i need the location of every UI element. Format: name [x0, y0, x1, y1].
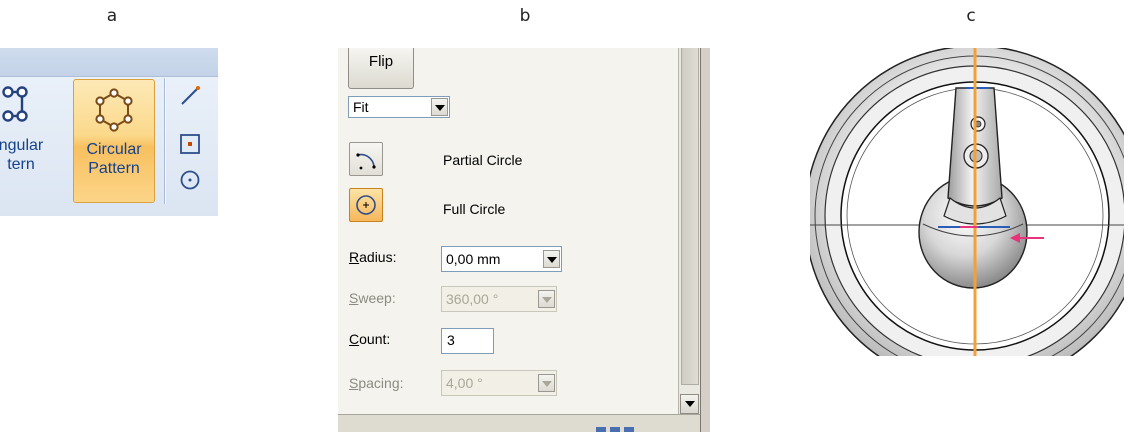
scrollbar-thumb[interactable]: [681, 48, 699, 385]
3d-viewport[interactable]: [810, 48, 1124, 356]
partial-circle-label: Partial Circle: [443, 152, 523, 168]
sweep-value: 360,00 °: [446, 291, 499, 307]
angular-pattern-icon: [2, 86, 28, 122]
sweep-label: Sweep:: [349, 290, 396, 306]
radius-input[interactable]: 0,00 mm: [441, 246, 562, 272]
chevron-down-icon: [538, 374, 555, 392]
radius-value: 0,00 mm: [446, 251, 501, 267]
partial-circle-icon: [356, 153, 376, 170]
chevron-down-icon: [538, 290, 555, 308]
fit-select-value: Fit: [353, 99, 369, 115]
line-icon[interactable]: [178, 84, 202, 108]
full-circle-icon: [356, 195, 376, 215]
spacing-value: 4,00 °: [446, 375, 483, 391]
count-input[interactable]: 3: [441, 328, 494, 354]
angular-pattern-button[interactable]: ngular tern: [0, 82, 64, 174]
model-view: [810, 48, 1124, 356]
scroll-down-button[interactable]: [680, 394, 699, 414]
point-icon[interactable]: [178, 132, 202, 156]
panel-label-a: a: [106, 6, 118, 26]
circular-pattern-icon: [95, 88, 133, 132]
count-value: 3: [447, 332, 455, 348]
chevron-down-icon[interactable]: [543, 250, 560, 268]
circular-pattern-dialog: Flip Fit Partial Circle Full Circle Radi…: [338, 48, 710, 432]
vertical-scrollbar[interactable]: [678, 48, 701, 414]
full-circle-toggle[interactable]: [349, 188, 383, 222]
flip-button[interactable]: Flip: [348, 48, 414, 89]
chevron-down-icon: [431, 98, 448, 116]
spacing-label: Spacing:: [349, 375, 404, 391]
circular-pattern-button[interactable]: Circular Pattern: [73, 79, 155, 203]
panel-label-b: b: [519, 6, 531, 26]
angular-pattern-label: ngular tern: [0, 137, 44, 173]
count-label: Count:: [349, 331, 391, 347]
ribbon-panel: ngular tern Circular Pattern: [0, 48, 218, 216]
partial-circle-toggle[interactable]: [349, 142, 383, 176]
ribbon-separator: [164, 78, 165, 204]
spacing-input: 4,00 °: [441, 370, 557, 396]
circle-icon[interactable]: [178, 168, 202, 192]
toolbar-icons: [596, 427, 634, 432]
circular-pattern-label: Circular Pattern: [86, 141, 142, 177]
panel-label-c: c: [966, 6, 976, 26]
radius-label: Radius:: [349, 249, 397, 265]
full-circle-label: Full Circle: [443, 201, 506, 217]
sweep-input: 360,00 °: [441, 286, 557, 312]
dialog-border: [700, 48, 710, 432]
dialog-status-bar: [338, 414, 700, 432]
fit-select[interactable]: Fit: [348, 96, 450, 118]
ribbon-tab-strip: [0, 48, 218, 77]
